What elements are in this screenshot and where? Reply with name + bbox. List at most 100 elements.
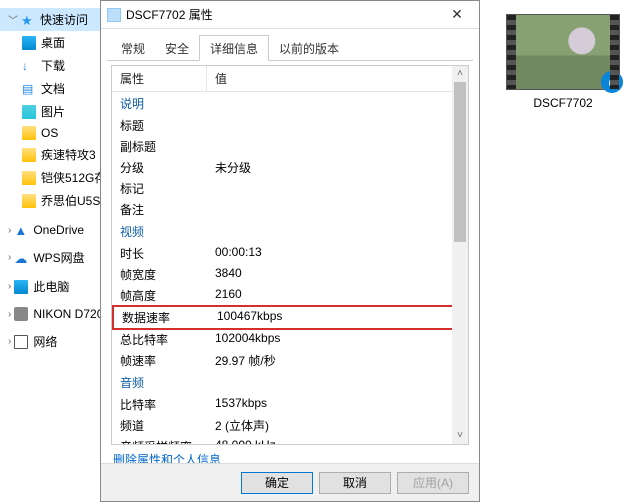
property-key: 备注	[112, 199, 207, 220]
folder-y-icon	[22, 171, 36, 185]
sidebar-label: 快速访问	[40, 11, 88, 28]
sidebar-item[interactable]: 乔思伯U5S	[0, 189, 100, 212]
cancel-button[interactable]: 取消	[319, 472, 391, 494]
dialog-titlebar: DSCF7702 属性 ✕	[101, 1, 479, 29]
cloud-icon: ☁	[14, 251, 28, 265]
sidebar-onedrive[interactable]: › ▲ OneDrive	[0, 220, 100, 240]
property-key: 分级	[112, 157, 207, 178]
monitor-icon	[14, 280, 28, 294]
property-value	[207, 199, 468, 220]
property-value: 3840	[207, 264, 468, 285]
sidebar-item[interactable]: 疾速特攻3	[0, 143, 100, 166]
cloud-icon: ▲	[14, 223, 28, 237]
property-row[interactable]: 频道2 (立体声)	[112, 415, 468, 436]
ok-button[interactable]: 确定	[241, 472, 313, 494]
star-icon: ★	[21, 13, 35, 27]
thumbnail-image	[516, 15, 610, 89]
header-value: 值	[207, 66, 468, 91]
video-file-icon	[107, 8, 121, 22]
sidebar-label: OneDrive	[33, 223, 84, 237]
sidebar-item-label: OS	[41, 126, 58, 140]
property-key: 标题	[112, 115, 207, 136]
sidebar-label: WPS网盘	[33, 249, 84, 266]
tab[interactable]: 详细信息	[199, 35, 269, 61]
chevron-down-icon: ﹀	[8, 12, 18, 27]
tab[interactable]: 安全	[155, 36, 199, 60]
property-row[interactable]: 总比特率102004kbps	[112, 329, 468, 350]
properties-list: 属性 值 说明标题副标题分级未分级标记备注视频时长00:00:13帧宽度3840…	[111, 65, 469, 445]
tab[interactable]: 常规	[111, 36, 155, 60]
file-thumbnail-area: ▸ DSCF7702	[500, 14, 626, 110]
property-value: 48.000 kHz	[207, 436, 468, 445]
sidebar-item[interactable]: ▤文档	[0, 77, 100, 100]
chevron-right-icon: ›	[8, 281, 11, 292]
property-row[interactable]: 帧高度2160	[112, 285, 468, 306]
property-row[interactable]: 标题	[112, 115, 468, 136]
property-row[interactable]: 帧宽度3840	[112, 264, 468, 285]
folder-y-icon	[22, 126, 36, 140]
chevron-right-icon: ›	[8, 225, 11, 236]
property-section: 音频	[112, 371, 468, 394]
property-key: 标记	[112, 178, 207, 199]
header-property: 属性	[112, 66, 207, 91]
property-row[interactable]: 分级未分级	[112, 157, 468, 178]
sidebar-item[interactable]: 图片	[0, 100, 100, 123]
property-key: 帧宽度	[112, 264, 207, 285]
explorer-sidebar: ﹀ ★ 快速访问 桌面 ↓下载▤文档图片 OS 疾速特攻3 铠侠512G存储乔思伯U5S…	[0, 0, 100, 504]
sidebar-label: NIKON D7200	[33, 307, 100, 321]
tab-bar: 常规安全详细信息以前的版本	[107, 35, 473, 61]
tab[interactable]: 以前的版本	[269, 36, 349, 60]
chevron-right-icon: ›	[8, 336, 11, 347]
sidebar-item-label: 乔思伯U5S	[41, 192, 100, 209]
sidebar-nikon[interactable]: › NIKON D7200	[0, 304, 100, 324]
play-badge-icon: ▸	[601, 71, 623, 93]
property-value	[207, 178, 468, 199]
property-value: 00:00:13	[207, 243, 468, 264]
property-row[interactable]: 标记	[112, 178, 468, 199]
sidebar-this-pc[interactable]: › 此电脑	[0, 275, 100, 298]
property-row[interactable]: 时长00:00:13	[112, 243, 468, 264]
sidebar-item[interactable]: 铠侠512G存储	[0, 166, 100, 189]
sidebar-item[interactable]: OS	[0, 123, 100, 143]
sidebar-item[interactable]: ↓下载	[0, 54, 100, 77]
property-section: 说明	[112, 92, 468, 115]
property-section: 视频	[112, 220, 468, 243]
property-row[interactable]: 比特率1537kbps	[112, 394, 468, 415]
property-row[interactable]: 副标题	[112, 136, 468, 157]
property-value: 2160	[207, 285, 468, 306]
thumbnail-label: DSCF7702	[500, 96, 626, 110]
property-value: 1537kbps	[207, 394, 468, 415]
chevron-right-icon: ›	[8, 309, 11, 320]
sidebar-item[interactable]: 桌面	[0, 31, 100, 54]
property-key: 比特率	[112, 394, 207, 415]
property-key: 总比特率	[112, 329, 207, 350]
camera-disk-icon	[14, 307, 28, 321]
blue-down-icon: ↓	[22, 59, 36, 73]
sidebar-label: 网络	[33, 333, 57, 350]
apply-button[interactable]: 应用(A)	[397, 472, 469, 494]
property-value: 29.97 帧/秒	[207, 350, 468, 371]
property-value	[207, 136, 468, 157]
property-row[interactable]: 数据速率100467kbps	[112, 305, 468, 330]
sidebar-network[interactable]: › 网络	[0, 330, 100, 353]
folder-y-icon	[22, 148, 36, 162]
chevron-right-icon: ›	[8, 252, 11, 263]
scrollbar[interactable]: ˄ ˅	[452, 66, 468, 444]
property-value	[207, 115, 468, 136]
sidebar-item-label: 疾速特攻3	[41, 146, 96, 163]
property-row[interactable]: 备注	[112, 199, 468, 220]
monitor-icon	[22, 36, 36, 50]
sidebar-quick-access[interactable]: ﹀ ★ 快速访问	[0, 8, 100, 31]
property-row[interactable]: 音频采样频率48.000 kHz	[112, 436, 468, 445]
close-button[interactable]: ✕	[441, 6, 473, 23]
property-key: 时长	[112, 243, 207, 264]
scroll-up-icon[interactable]: ˄	[452, 66, 468, 82]
property-key: 副标题	[112, 136, 207, 157]
scroll-thumb[interactable]	[454, 82, 466, 242]
sidebar-item-label: 桌面	[41, 34, 65, 51]
property-row[interactable]: 帧速率29.97 帧/秒	[112, 350, 468, 371]
video-thumbnail[interactable]: ▸	[506, 14, 620, 90]
dialog-buttons: 确定 取消 应用(A)	[101, 463, 479, 501]
sidebar-wps[interactable]: › ☁ WPS网盘	[0, 246, 100, 269]
scroll-down-icon[interactable]: ˅	[452, 428, 468, 444]
